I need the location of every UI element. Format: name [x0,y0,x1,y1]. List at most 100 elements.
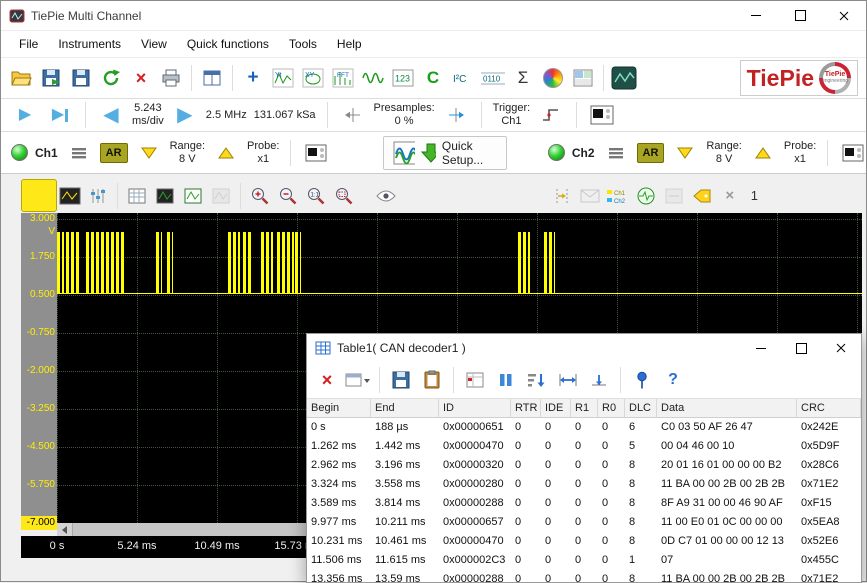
zoom-region-button[interactable] [331,182,357,209]
timebase-faster-button[interactable]: ▶ [171,99,199,131]
zoom-in-button[interactable] [247,182,273,209]
copy-table-button[interactable] [418,364,446,396]
graph-channels-button[interactable] [85,182,111,209]
fft-graph-button[interactable]: FFT [329,62,357,94]
envelope-disabled-button[interactable] [577,182,603,209]
fit-columns-button[interactable] [554,364,582,396]
sort-button[interactable] [523,364,551,396]
close-graph-button[interactable]: × [717,182,743,209]
color-scheme-button[interactable] [539,62,567,94]
waveform-button[interactable] [359,62,387,94]
table-row[interactable]: 1.262 ms1.442 ms0x000004700000500 04 46 … [307,437,861,456]
close-button[interactable] [822,1,866,30]
graph-green-button[interactable] [180,182,206,209]
menu-tools[interactable]: Tools [279,37,327,51]
table-close-button[interactable] [821,334,861,362]
title-bar[interactable]: TiePie Multi Channel [1,1,866,31]
ch1-led-icon[interactable] [11,144,28,161]
ch1-range-readout[interactable]: Range: 8 V [170,140,205,165]
table-row[interactable]: 3.589 ms3.814 ms0x00000288000088F A9 31 … [307,494,861,513]
menu-view[interactable]: View [131,37,177,51]
table-row[interactable]: 11.506 ms11.615 ms0x000002C300001070x455… [307,551,861,570]
ch1-coupling-button[interactable] [65,137,93,169]
zoom-out-button[interactable] [275,182,301,209]
ch2-autorange-badge[interactable]: AR [637,143,665,163]
presamples-left-button[interactable] [339,99,367,131]
panel-layout-button[interactable] [569,62,597,94]
refresh-button[interactable] [97,62,125,94]
table-row[interactable]: 3.324 ms3.558 ms0x000002800000811 BA 00 … [307,475,861,494]
yt-graph-button[interactable]: Yt [269,62,297,94]
table-maximize-button[interactable] [781,334,821,362]
minimize-button[interactable] [734,1,778,30]
compare-disabled-button[interactable] [661,182,687,209]
column-header-crc[interactable]: CRC [797,399,861,417]
ch1-panel-button[interactable] [302,137,330,169]
maximize-button[interactable] [778,1,822,30]
table-title-bar[interactable]: Table1( CAN decoder1 ) [307,334,861,362]
ch1-label[interactable]: Ch1 [35,146,58,160]
timebase-readout[interactable]: 5.243 ms/div [132,102,164,127]
zoom-reset-button[interactable]: 1:1 [303,182,329,209]
table-row[interactable]: 9.977 ms10.211 ms0x000006570000811 00 E0… [307,513,861,532]
column-header-dlc[interactable]: DLC [625,399,657,417]
menu-instruments[interactable]: Instruments [48,37,131,51]
y-axis[interactable]: 3.0001.7500.500-0.750-2.000-3.250-4.500-… [21,213,57,523]
help-button[interactable]: ? [659,364,687,396]
one-shot-button[interactable]: ▶ [46,99,74,131]
autosetup-graph-button[interactable] [633,182,659,209]
cursors-button[interactable] [549,182,575,209]
instrument-panel-button[interactable] [610,62,638,94]
save-table-button[interactable] [387,364,415,396]
ch1-range-up-button[interactable] [212,137,240,169]
table-row[interactable]: 2.962 ms3.196 ms0x000003200000820 01 16 … [307,456,861,475]
label-button[interactable] [689,182,715,209]
ch2-range-readout[interactable]: Range: 8 V [706,140,741,165]
ch1-autorange-badge[interactable]: AR [100,143,128,163]
column-header-id[interactable]: ID [439,399,511,417]
scroll-left-button[interactable] [57,523,72,536]
i2c-decoder-button[interactable]: I²C [449,62,477,94]
column-header-rtr[interactable]: RTR [511,399,541,417]
sum-button[interactable]: Σ [509,62,537,94]
delete-button[interactable]: × [127,62,155,94]
ch1-probe-readout[interactable]: Probe: x1 [247,140,279,165]
print-button[interactable] [157,62,185,94]
graph-dark-button[interactable] [152,182,178,209]
delete-table-button[interactable]: × [313,364,341,396]
timebase-slower-button[interactable]: ◀ [97,99,125,131]
sample-rate-readout[interactable]: 2.5 MHz [206,109,247,121]
graph-display-button[interactable] [57,182,83,209]
columns-button[interactable] [492,364,520,396]
presamples-right-button[interactable] [442,99,470,131]
trigger-readout[interactable]: Trigger: Ch1 [493,102,531,127]
ch1-range-down-button[interactable] [135,137,163,169]
menu-file[interactable]: File [9,37,48,51]
highlight-table-button[interactable] [461,364,489,396]
column-header-r0[interactable]: R0 [598,399,625,417]
source-legend-button[interactable]: Ch1Ch2 [605,182,631,209]
presamples-readout[interactable]: Presamples: 0 % [374,102,435,127]
table-row[interactable]: 0 s188 µs0x0000065100006C0 03 50 AF 26 4… [307,418,861,437]
y-axis-header[interactable] [21,179,57,212]
column-header-data[interactable]: Data [657,399,797,417]
add-instrument-button[interactable]: + [239,62,267,94]
ch2-coupling-button[interactable] [602,137,630,169]
column-header-ide[interactable]: IDE [541,399,571,417]
record-length-readout[interactable]: 131.067 kSa [254,109,316,121]
save-as-button[interactable] [37,62,65,94]
ch2-probe-readout[interactable]: Probe: x1 [784,140,816,165]
ch2-panel-button[interactable] [839,137,867,169]
align-button[interactable] [585,364,613,396]
menu-help[interactable]: Help [327,37,372,51]
window-layout-button[interactable] [198,62,226,94]
menu-quick-functions[interactable]: Quick functions [177,37,279,51]
ch2-label[interactable]: Ch2 [572,146,595,160]
ch2-led-icon[interactable] [548,144,565,161]
meter-button[interactable]: 123 [389,62,417,94]
table-row[interactable]: 13.356 ms13.59 ms0x000002880000811 BA 00… [307,570,861,583]
instrument-settings-button[interactable] [588,99,616,131]
ch2-range-down-button[interactable] [671,137,699,169]
xy-graph-button[interactable]: XY [299,62,327,94]
can-decoder-button[interactable]: C [419,62,447,94]
